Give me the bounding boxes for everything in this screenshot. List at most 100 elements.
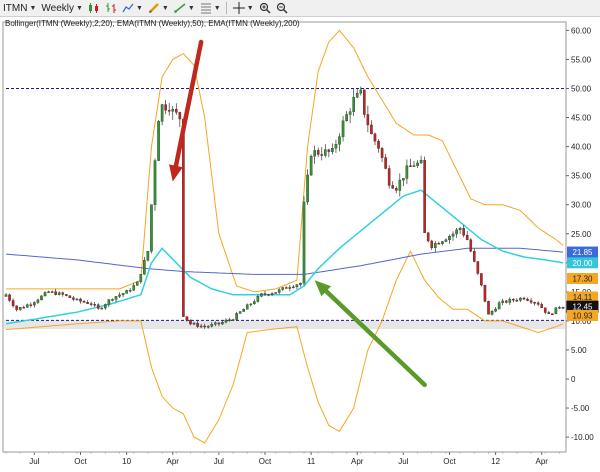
y-tick-label: 5.00 xyxy=(571,346,587,355)
candle-down xyxy=(380,148,384,158)
line-style-button[interactable]: ▼ xyxy=(120,1,145,16)
price-label: 17.30 xyxy=(572,274,593,283)
candle-up xyxy=(501,300,504,303)
candle-down xyxy=(384,157,387,169)
candle-up xyxy=(132,285,136,291)
candle-up xyxy=(359,89,363,94)
candle-up xyxy=(157,121,160,161)
x-tick-label: Apr xyxy=(351,457,364,466)
candle-down xyxy=(86,301,89,304)
candle-down xyxy=(54,291,57,295)
y-tick-label: -5.00 xyxy=(571,404,590,413)
candle-up xyxy=(153,160,157,205)
candle-up xyxy=(508,298,512,303)
candle-down xyxy=(430,240,434,248)
candle-down xyxy=(29,304,33,306)
candle-up xyxy=(146,251,150,261)
price-chart[interactable]: 60.00 55.00 50.00 45.00 40.00 35.00 30.00 25.00… xyxy=(0,17,600,472)
candle-down xyxy=(65,294,68,296)
candle-down xyxy=(93,304,96,306)
candle-up xyxy=(50,291,54,293)
candle-up xyxy=(139,274,143,283)
price-label: 21.85 xyxy=(572,248,593,257)
candle-down xyxy=(263,293,267,295)
candle-up xyxy=(107,299,111,305)
candle-up xyxy=(104,304,107,309)
x-tick-label: Oct xyxy=(259,457,272,466)
candle-down xyxy=(469,239,473,252)
y-tick-label: 0 xyxy=(571,375,576,384)
candle-down xyxy=(327,149,331,152)
candle-up xyxy=(448,235,451,241)
timeframe-dropdown[interactable]: Weekly ▼ xyxy=(39,1,85,16)
candlestick-style-button[interactable] xyxy=(86,1,102,16)
x-tick-label: Jul xyxy=(214,457,224,466)
candle-up xyxy=(245,304,249,310)
y-tick-label: -10.00 xyxy=(571,433,594,442)
x-tick-label: Apr xyxy=(535,457,548,466)
candle-down xyxy=(529,300,533,303)
symbol-dropdown[interactable]: ITMN ▼ xyxy=(1,1,38,16)
price-label: 10.93 xyxy=(572,311,593,320)
crosshair-button[interactable]: ▼ xyxy=(231,1,256,16)
crosshair-icon xyxy=(232,2,245,14)
x-tick-label: Oct xyxy=(74,457,87,466)
pencil-draw-button[interactable]: ▼ xyxy=(146,1,171,16)
trendline-button[interactable]: ▼ xyxy=(172,1,197,16)
candle-up xyxy=(238,311,242,314)
candle-down xyxy=(185,316,189,321)
candle-down xyxy=(72,297,75,300)
candle-up xyxy=(36,299,40,303)
candle-up xyxy=(4,294,8,297)
candle-down xyxy=(473,250,476,262)
candle-up xyxy=(270,293,274,295)
candle-up xyxy=(494,308,497,312)
candle-up xyxy=(345,114,348,122)
symbol-label: ITMN xyxy=(3,2,28,14)
x-tick-label: 11 xyxy=(307,457,316,466)
candle-up xyxy=(206,326,210,328)
candle-down xyxy=(462,227,465,236)
candle-up xyxy=(334,144,338,149)
candle-down xyxy=(487,301,490,315)
candle-down xyxy=(68,295,72,299)
candle-down xyxy=(512,298,515,301)
candle-up xyxy=(47,291,50,293)
candle-up xyxy=(249,303,253,306)
candle-up xyxy=(302,201,306,284)
candle-up xyxy=(313,150,316,157)
candle-up xyxy=(274,292,277,294)
candle-up xyxy=(281,287,285,290)
y-tick-label: 55.00 xyxy=(571,55,592,64)
trendline-icon xyxy=(174,3,186,13)
candle-down xyxy=(504,300,508,303)
fibonacci-button[interactable]: ▼ xyxy=(198,1,223,16)
candle-down xyxy=(543,307,547,313)
candle-down xyxy=(373,133,377,142)
zoom-in-button[interactable] xyxy=(257,1,273,16)
candle-up xyxy=(143,260,146,275)
y-tick-label: 35.00 xyxy=(571,172,592,181)
candle-down xyxy=(316,150,320,155)
candle-up xyxy=(292,286,295,289)
candle-down xyxy=(284,287,288,289)
candle-down xyxy=(164,104,167,111)
candle-up xyxy=(309,155,313,176)
candle-down xyxy=(167,110,171,112)
candle-up xyxy=(355,92,359,98)
y-tick-label: 25.00 xyxy=(571,230,592,239)
y-tick-label: 40.00 xyxy=(571,143,592,152)
candle-down xyxy=(11,300,15,307)
candle-up xyxy=(114,296,118,300)
candle-up xyxy=(558,307,561,309)
zoom-out-button[interactable] xyxy=(274,1,290,16)
candle-down xyxy=(394,188,398,191)
bar-style-button[interactable] xyxy=(103,1,119,16)
candle-down xyxy=(561,307,565,309)
x-tick-label: Oct xyxy=(443,457,456,466)
candle-up xyxy=(43,292,47,297)
candle-down xyxy=(483,284,487,302)
candle-down xyxy=(182,118,185,317)
candle-down xyxy=(480,273,483,286)
candle-down xyxy=(366,114,370,126)
